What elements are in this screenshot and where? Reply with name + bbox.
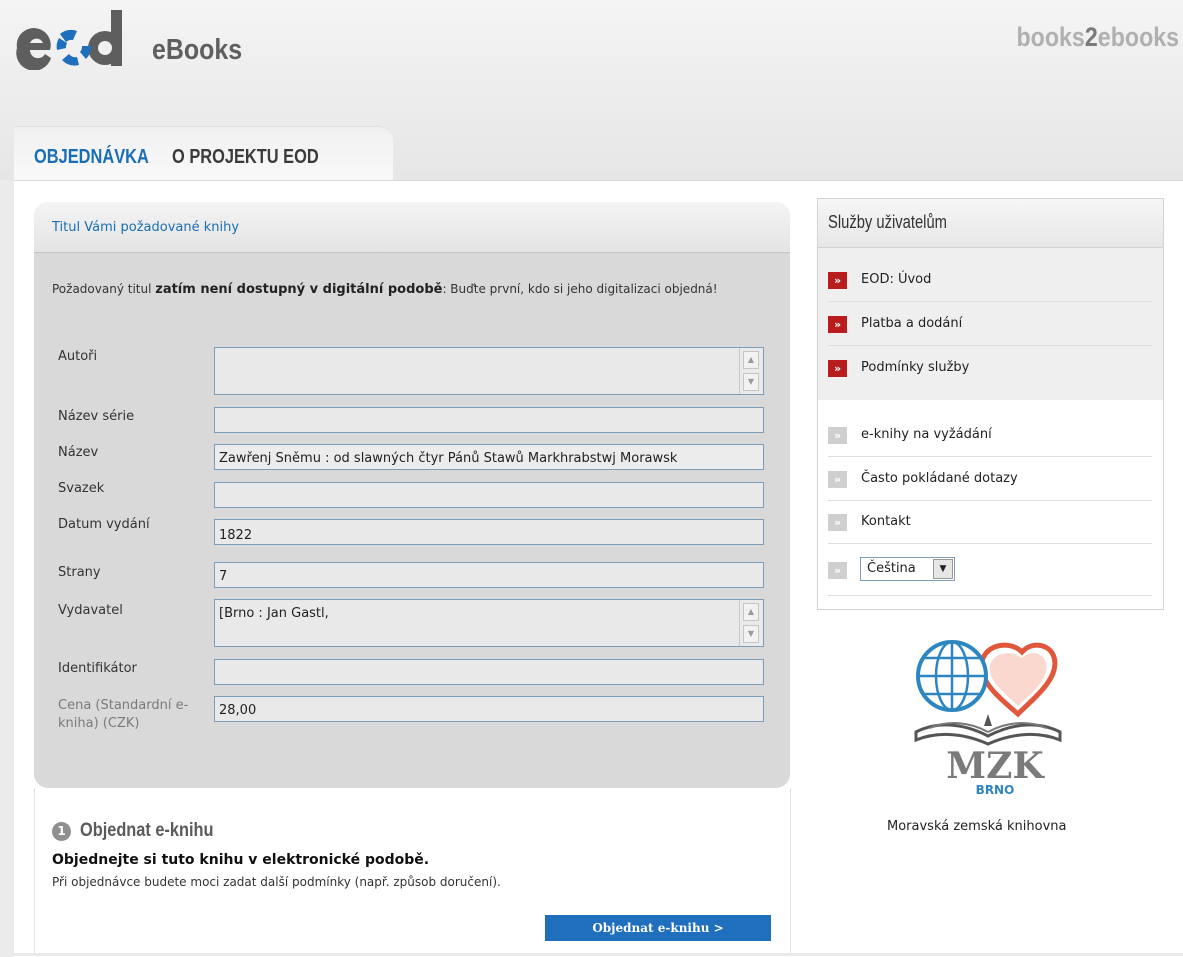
label-identifikator: Identifikátor (58, 661, 137, 676)
library-name: Moravská zemská knihovna (887, 819, 1067, 834)
sidebar-item-label: EOD: Úvod (861, 272, 932, 287)
step-number-badge: 1 (52, 822, 71, 841)
notice-suffix: : Buďte první, kdo si jeho digitalizaci … (442, 282, 718, 296)
label-cena: Cena (Standardní e-kniha) (CZK) (58, 698, 189, 731)
field-strany[interactable]: 7 (214, 562, 764, 588)
sidebar-item-label: Platba a dodání (861, 316, 963, 331)
label-vydavatel: Vydavatel (58, 603, 123, 618)
label-strany: Strany (58, 565, 101, 580)
availability-notice: Požadovaný titul zatím není dostupný v d… (52, 280, 732, 299)
sidebar-title: Služby uživatelům (828, 212, 947, 232)
double-chevron-right-icon: » (828, 514, 847, 531)
field-autori[interactable]: ▲ ▼ (214, 347, 764, 395)
mzk-logo-text: MZK (946, 745, 1045, 787)
autori-scrollbar[interactable]: ▲ ▼ (739, 348, 763, 394)
field-svazek[interactable] (214, 482, 764, 508)
eod-logo[interactable]: eod (13, 10, 139, 70)
order-ebook-button[interactable]: Objednat e-knihu > (545, 915, 771, 941)
field-vydavatel-value: [Brno : Jan Gastl, (219, 606, 329, 621)
logo-ebooks-label: eBooks (152, 34, 243, 66)
brand-part-ebooks: ebooks (1097, 22, 1179, 52)
sidebar-item-eknihy-na-vyzadani[interactable]: » e-knihy na vyžádání (828, 413, 1152, 457)
tab-o-projektu-eod[interactable]: O PROJEKTU EOD (172, 146, 319, 169)
double-chevron-right-icon: » (828, 562, 847, 579)
label-svazek: Svazek (58, 481, 105, 496)
label-autori: Autoři (58, 349, 98, 364)
sidebar-item-label: Často pokládané dotazy (861, 471, 1018, 486)
step-title: Objednat e-knihu (80, 820, 214, 841)
double-chevron-right-icon: » (828, 471, 847, 488)
step-lead-text: Objednejte si tuto knihu v elektronické … (52, 852, 430, 868)
sidebar-item-eod-uvod[interactable]: » EOD: Úvod (828, 258, 1152, 302)
section-divider-right (790, 788, 791, 956)
double-chevron-right-icon: » (828, 272, 847, 289)
notice-bold: zatím není dostupný v digitální podobě (155, 282, 443, 297)
sidebar-item-kontakt[interactable]: » Kontakt (828, 500, 1152, 544)
scroll-down-icon[interactable]: ▼ (743, 625, 759, 643)
mzk-library-logo[interactable]: MZK BRNO (910, 636, 1080, 796)
language-select[interactable]: Čeština ▼ (860, 557, 955, 581)
double-chevron-right-icon: » (828, 427, 847, 444)
sidebar-item-label: Kontakt (861, 514, 911, 529)
field-vydavatel[interactable]: [Brno : Jan Gastl, ▲ ▼ (214, 599, 764, 647)
mzk-logo-subtext: BRNO (976, 783, 1015, 796)
double-chevron-right-icon: » (828, 316, 847, 333)
sidebar-item-platba-a-dodani[interactable]: » Platba a dodání (828, 302, 1152, 346)
brand-part-books: books (1016, 22, 1085, 52)
label-nazev: Název (58, 445, 99, 460)
scroll-up-icon[interactable]: ▲ (743, 603, 759, 621)
field-nazev[interactable]: Zawřenj Sněmu : od slawných čtyr Pánů St… (214, 444, 764, 470)
sidebar-item-label: e-knihy na vyžádání (861, 427, 992, 442)
field-nazev-serie[interactable] (214, 407, 764, 433)
scroll-up-icon[interactable]: ▲ (743, 351, 759, 369)
field-identifikator[interactable] (214, 659, 764, 685)
triangle-down-icon[interactable]: ▼ (933, 559, 953, 579)
field-datum-vydani[interactable]: 1822 (214, 519, 764, 545)
step-description: Při objednávce budete moci zadat další p… (52, 875, 501, 889)
notice-prefix: Požadovaný titul (52, 282, 156, 296)
vydavatel-scrollbar[interactable]: ▲ ▼ (739, 600, 763, 646)
books2ebooks-brand[interactable]: books2ebooks (1016, 22, 1179, 53)
logo-text: eod (13, 10, 15, 11)
field-cena[interactable]: 28,00 (214, 696, 764, 722)
sidebar-item-label: Podmínky služby (861, 360, 970, 375)
language-selected-value: Čeština (867, 561, 916, 576)
section-divider-left (34, 788, 35, 956)
label-nazev-serie: Název série (58, 409, 135, 424)
sidebar-item-podminky-sluzby[interactable]: » Podmínky služby (828, 346, 1152, 390)
tab-objednavka[interactable]: OBJEDNÁVKA (34, 146, 149, 169)
book-form-title: Titul Vámi požadované knihy (52, 220, 240, 235)
sidebar-item-faq[interactable]: » Často pokládané dotazy (828, 457, 1152, 501)
double-chevron-right-icon: » (828, 360, 847, 377)
scroll-down-icon[interactable]: ▼ (743, 373, 759, 391)
brand-part-2: 2 (1084, 22, 1098, 52)
label-datum-vydani: Datum vydání (58, 517, 150, 532)
